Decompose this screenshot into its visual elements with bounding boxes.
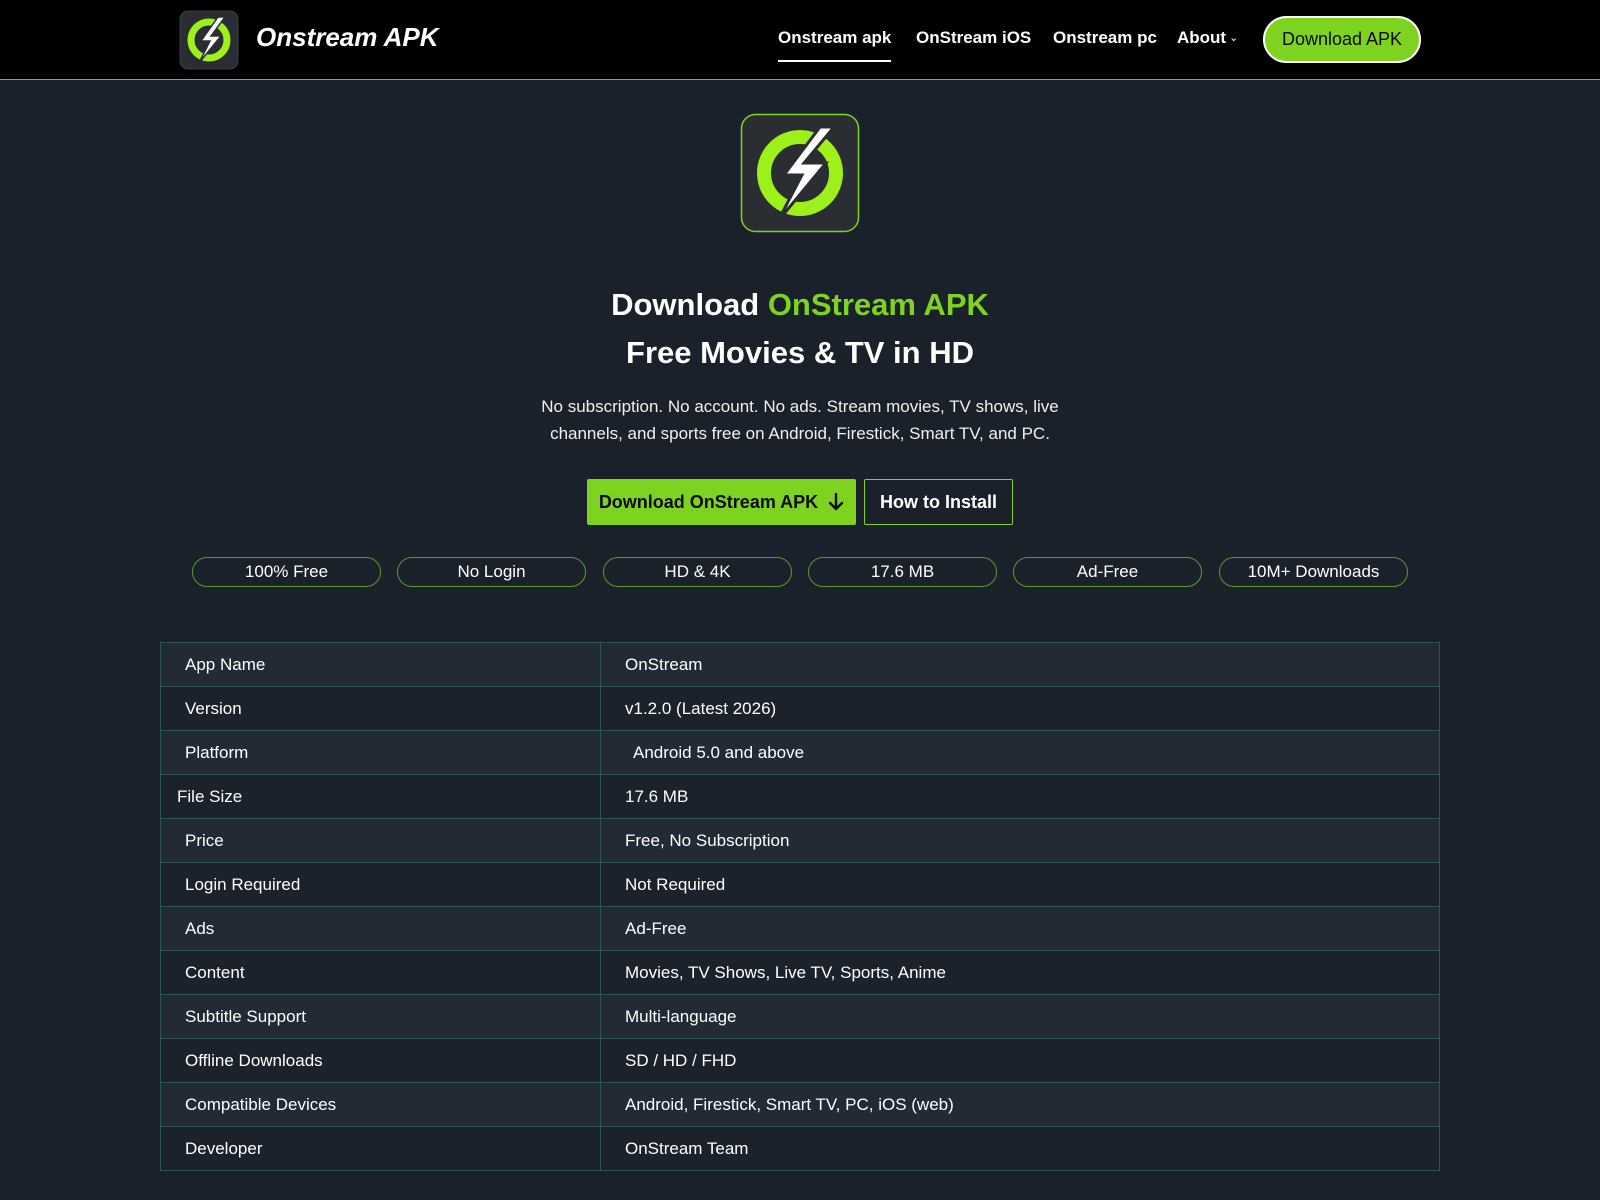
site-header: Onstream APK Onstream apk OnStream iOS O…	[0, 0, 1600, 80]
table-row: Compatible Devices Android, Firestick, Sm…	[160, 1082, 1440, 1127]
hero-title-accent: OnStream APK	[767, 287, 989, 322]
table-value: Android, Firestick, Smart TV, PC, iOS (w…	[600, 1082, 1440, 1127]
hero-title: Download OnStream APK	[0, 287, 1600, 323]
table-value: Not Required	[600, 862, 1440, 907]
table-key: Version	[160, 686, 601, 731]
nav-about-label: About	[1177, 28, 1227, 47]
header-download-button[interactable]: Download APK	[1263, 16, 1421, 63]
hero-subtitle: Free Movies & TV in HD	[626, 335, 974, 370]
feature-pill: Ad-Free	[1013, 557, 1202, 587]
table-key: Subtitle Support	[160, 994, 601, 1039]
feature-pill: HD & 4K	[603, 557, 792, 587]
table-key: Login Required	[160, 862, 601, 907]
app-logo-icon	[740, 113, 860, 233]
download-onstream-label: Download OnStream APK	[598, 491, 819, 512]
table-value: 17.6 MB	[600, 774, 1440, 819]
table-key: Developer	[160, 1126, 601, 1171]
hero-description-line-2: channels, and sports free on Android, Fi…	[550, 424, 1050, 443]
table-value: Free, No Subscription	[600, 818, 1440, 863]
feature-pill: No Login	[397, 557, 586, 587]
nav-onstream-ios[interactable]: OnStream iOS	[916, 28, 1031, 48]
table-key: Compatible Devices	[160, 1082, 601, 1127]
table-value: SD / HD / FHD	[600, 1038, 1440, 1083]
app-info-table: App Name OnStream Version v1.2.0 (Latest 2…	[160, 642, 1440, 1171]
table-row: Developer OnStream Team	[160, 1126, 1440, 1171]
table-key: File Size	[160, 774, 601, 819]
nav-about[interactable]: About ⌄	[1177, 28, 1238, 48]
nav-onstream-apk[interactable]: Onstream apk	[778, 28, 892, 62]
how-to-install-button[interactable]: How to Install	[864, 479, 1013, 525]
chevron-down-icon: ⌄	[1229, 32, 1239, 44]
feature-pill: 100% Free	[192, 557, 381, 587]
table-row: App Name OnStream	[160, 642, 1440, 687]
table-value: v1.2.0 (Latest 2026)	[600, 686, 1440, 731]
table-row: Login Required Not Required	[160, 862, 1440, 907]
table-row: Ads Ad-Free	[160, 906, 1440, 951]
table-key: Platform	[160, 730, 601, 775]
table-value: Movies, TV Shows, Live TV, Sports, Anime	[600, 950, 1440, 995]
table-row: Version v1.2.0 (Latest 2026)	[160, 686, 1440, 731]
table-value: Ad-Free	[600, 906, 1440, 951]
table-key: Ads	[160, 906, 601, 951]
hero-description-line-1: No subscription. No account. No ads. Str…	[541, 397, 1059, 416]
arrow-down-icon	[828, 493, 844, 511]
feature-pill: 17.6 MB	[808, 557, 997, 587]
table-row: File Size 17.6 MB	[160, 774, 1440, 819]
hero-description: No subscription. No account. No ads. Str…	[500, 393, 1100, 447]
table-row: Price Free, No Subscription	[160, 818, 1440, 863]
nav-onstream-pc[interactable]: Onstream pc	[1053, 28, 1157, 48]
table-key: Offline Downloads	[160, 1038, 601, 1083]
table-row: Platform Android 5.0 and above	[160, 730, 1440, 775]
table-row: Subtitle Support Multi-language	[160, 994, 1440, 1039]
table-value: Multi-language	[600, 994, 1440, 1039]
table-key: Content	[160, 950, 601, 995]
table-value: Android 5.0 and above	[600, 730, 1440, 775]
brand-name[interactable]: Onstream APK	[256, 22, 439, 53]
download-onstream-button[interactable]: Download OnStream APK	[587, 479, 856, 525]
table-key: App Name	[160, 642, 601, 687]
table-value: OnStream Team	[600, 1126, 1440, 1171]
feature-pill: 10M+ Downloads	[1219, 557, 1408, 587]
table-value: OnStream	[600, 642, 1440, 687]
hero-title-prefix: Download	[611, 287, 768, 322]
table-row: Content Movies, TV Shows, Live TV, Sports…	[160, 950, 1440, 995]
table-key: Price	[160, 818, 601, 863]
table-row: Offline Downloads SD / HD / FHD	[160, 1038, 1440, 1083]
brand-logo-icon[interactable]	[179, 10, 239, 70]
